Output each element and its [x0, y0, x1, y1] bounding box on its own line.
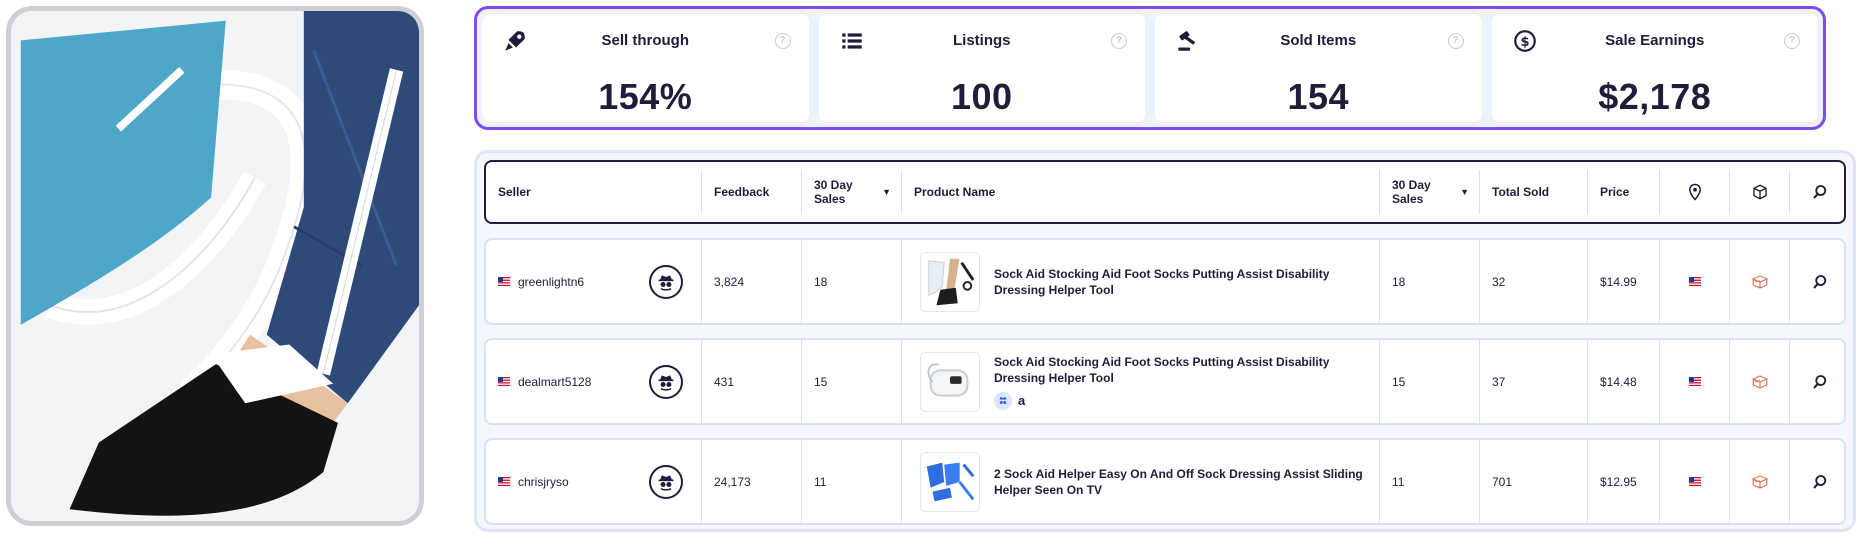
location-cell — [1660, 340, 1730, 423]
table-row[interactable]: dealmart5128 431 15 Sock Aid Stocking Ai… — [484, 338, 1846, 425]
shipping-box-icon[interactable] — [1730, 440, 1790, 523]
price-cell: $12.95 — [1588, 440, 1660, 523]
us-flag-icon — [498, 277, 510, 286]
price-cell: $14.48 — [1588, 340, 1660, 423]
sort-icon[interactable]: ▼ — [882, 185, 891, 199]
product-cell: 2 Sock Aid Helper Easy On And Off Sock D… — [902, 440, 1380, 523]
table-row[interactable]: chrisjryso 24,173 11 2 Sock Aid Helper E… — [484, 438, 1846, 525]
stats-bar: Sell through ? 154% Listings ? 100 Sold … — [474, 6, 1826, 130]
price-cell: $14.99 — [1588, 240, 1660, 323]
stat-value: $2,178 — [1598, 76, 1712, 117]
table-row[interactable]: greenlightn6 3,824 18 Sock Aid Stocking … — [484, 238, 1846, 325]
us-flag-icon — [1688, 377, 1701, 386]
sales-30-day-cell: 15 — [1380, 340, 1480, 423]
header-price[interactable]: Price — [1588, 170, 1660, 214]
product-cell: Sock Aid Stocking Aid Foot Socks Putting… — [902, 340, 1380, 423]
sales-30-day-cell: 18 — [1380, 240, 1480, 323]
table-header: Seller Feedback 30 Day Sales ▼ Product N… — [484, 160, 1846, 224]
help-icon[interactable]: ? — [774, 33, 791, 49]
help-icon[interactable]: ? — [1111, 33, 1127, 49]
feedback-cell: 3,824 — [702, 240, 802, 323]
seller-cell: dealmart5128 — [486, 340, 702, 423]
sales-30-day-cell: 11 — [1380, 440, 1480, 523]
header-30-day-sales-label: 30 Day Sales — [1392, 178, 1431, 206]
product-name[interactable]: Sock Aid Stocking Aid Foot Socks Putting… — [994, 266, 1379, 298]
package-icon[interactable] — [1730, 170, 1790, 214]
help-icon[interactable]: ? — [1447, 33, 1464, 49]
header-total-sold[interactable]: Total Sold — [1480, 170, 1588, 214]
search-icon[interactable] — [1790, 240, 1850, 323]
results-table: Seller Feedback 30 Day Sales ▼ Product N… — [474, 150, 1856, 532]
product-photo — [6, 6, 424, 526]
header-30-day-sales-label: 30 Day Sales — [814, 178, 853, 206]
total-sold-cell: 37 — [1480, 340, 1588, 423]
search-icon[interactable] — [1790, 170, 1850, 214]
us-flag-icon — [1688, 277, 1701, 286]
shipping-box-icon[interactable] — [1730, 240, 1790, 323]
product-thumbnail[interactable] — [920, 451, 980, 512]
location-cell — [1660, 240, 1730, 323]
stat-value: 154% — [598, 76, 693, 117]
stat-value: 100 — [950, 76, 1013, 117]
product-name[interactable]: Sock Aid Stocking Aid Foot Socks Putting… — [994, 354, 1379, 386]
header-feedback[interactable]: Feedback — [702, 170, 802, 214]
stat-label: Sale Earnings — [1605, 32, 1705, 49]
stat-label: Listings — [952, 32, 1011, 49]
sock-aid-photo — [11, 11, 419, 521]
product-name[interactable]: 2 Sock Aid Helper Easy On And Off Sock D… — [994, 466, 1379, 498]
location-cell — [1660, 440, 1730, 523]
stat-card-sold-items: Sold Items ? 154 — [1155, 14, 1482, 122]
sales-30-day-cell: 15 — [802, 340, 902, 423]
spy-badge-icon[interactable] — [994, 391, 1012, 410]
seller-name[interactable]: dealmart5128 — [518, 375, 591, 389]
product-thumbnail[interactable] — [920, 251, 980, 312]
product-badges: a — [994, 391, 1379, 410]
sales-30-day-cell: 11 — [802, 440, 902, 523]
stat-label: Sell through — [601, 32, 690, 49]
stat-card-sale-earnings: $ Sale Earnings ? $2,178 — [1491, 14, 1818, 122]
header-30-day-sales[interactable]: 30 Day Sales ▼ — [802, 170, 902, 214]
seller-cell: greenlightn6 — [486, 240, 702, 323]
total-sold-cell: 701 — [1480, 440, 1588, 523]
sales-30-day-cell: 18 — [802, 240, 902, 323]
stat-card-sell-through: Sell through ? 154% — [482, 14, 809, 122]
header-30-day-sales-2[interactable]: 30 Day Sales ▼ — [1380, 170, 1480, 214]
product-info: 2 Sock Aid Helper Easy On And Off Sock D… — [994, 466, 1379, 498]
seller-cell: chrisjryso — [486, 440, 702, 523]
seller-name[interactable]: chrisjryso — [518, 475, 569, 489]
spy-seller-icon[interactable] — [649, 264, 683, 299]
product-info: Sock Aid Stocking Aid Foot Socks Putting… — [994, 354, 1379, 410]
feedback-cell: 24,173 — [702, 440, 802, 523]
shipping-box-icon[interactable] — [1730, 340, 1790, 423]
sort-icon[interactable]: ▼ — [1460, 185, 1469, 199]
stat-label: Sold Items — [1280, 32, 1357, 49]
total-sold-cell: 32 — [1480, 240, 1588, 323]
header-product-name[interactable]: Product Name — [902, 170, 1380, 214]
us-flag-icon — [1688, 477, 1701, 486]
seller-name[interactable]: greenlightn6 — [518, 275, 584, 289]
spy-seller-icon[interactable] — [649, 464, 683, 499]
search-icon[interactable] — [1790, 440, 1850, 523]
amazon-icon[interactable]: a — [1018, 393, 1025, 408]
feedback-cell: 431 — [702, 340, 802, 423]
us-flag-icon — [498, 477, 510, 486]
us-flag-icon — [498, 377, 510, 386]
header-seller[interactable]: Seller — [486, 170, 702, 214]
product-info: Sock Aid Stocking Aid Foot Socks Putting… — [994, 266, 1379, 298]
stat-card-listings: Listings ? 100 — [818, 14, 1145, 122]
location-pin-icon[interactable] — [1660, 170, 1730, 214]
search-icon[interactable] — [1790, 340, 1850, 423]
stat-value: 154 — [1287, 76, 1350, 117]
product-cell: Sock Aid Stocking Aid Foot Socks Putting… — [902, 240, 1380, 323]
product-thumbnail[interactable] — [920, 351, 980, 412]
help-icon[interactable]: ? — [1784, 33, 1800, 49]
spy-seller-icon[interactable] — [649, 364, 683, 399]
